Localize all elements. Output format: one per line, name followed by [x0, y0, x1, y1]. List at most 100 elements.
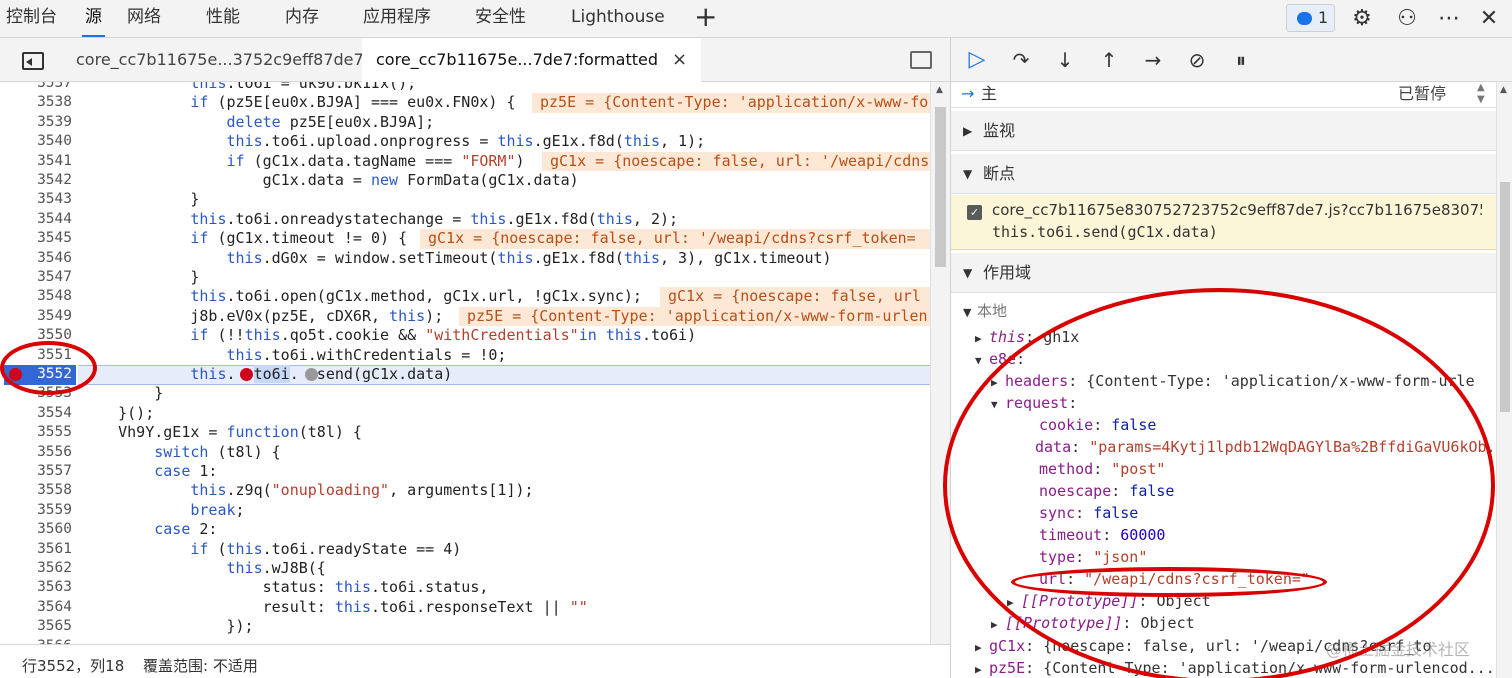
step-into-icon[interactable]: ↓	[1051, 46, 1079, 74]
breakpoint-item[interactable]: ✓ core_cc7b11675e830752723752c9eff87de7.…	[951, 195, 1496, 250]
code-line: this.to6i = uk9U.bk1Ix();	[190, 82, 417, 92]
line-number[interactable]: 3544	[0, 210, 72, 229]
line-number[interactable]: 3538	[0, 93, 72, 112]
resume-icon[interactable]: ▷	[963, 46, 991, 74]
line-number[interactable]: 3548	[0, 287, 72, 306]
line-number[interactable]: 3539	[0, 113, 72, 132]
section-breakpoints[interactable]: ▼ 断点	[951, 154, 1496, 194]
line-number[interactable]: 3555	[0, 423, 72, 442]
debugger-toolbar: ▷ ↷ ↓ ↑ → ⊘ ⏸	[951, 38, 1512, 82]
inline-value-hint: pz5E = {Content-Type: 'application/x-www…	[532, 93, 930, 113]
inline-value-hint: gC1x = {noescape: false, url	[660, 287, 930, 307]
cursor-position: 行3552，列18	[22, 657, 125, 675]
tree-toggle-icon[interactable]: ▶	[991, 614, 1005, 636]
line-number[interactable]: 3549	[0, 307, 72, 326]
line-number[interactable]: 3565	[0, 617, 72, 636]
scroll-thumb[interactable]	[935, 107, 946, 267]
scroll-up-icon[interactable]: ▲	[1500, 85, 1507, 95]
file-tab-formatted-label: core_cc7b11675e...7de7:formatted	[376, 50, 658, 69]
inline-breakpoint-inactive-icon[interactable]	[305, 368, 318, 381]
line-number[interactable]: 3562	[0, 559, 72, 578]
editor-vertical-scrollbar[interactable]: ▲▼	[930, 82, 950, 667]
tree-toggle-icon[interactable]: ▶	[975, 659, 989, 678]
code-line: j8b.eV0x(pz5E, cDX6R, this);	[82, 306, 444, 325]
tab-network[interactable]: 网络	[127, 0, 161, 37]
code-line: }();	[82, 403, 155, 422]
code-line: gC1x.data = new FormData(gC1x.data)	[82, 171, 579, 189]
line-number[interactable]: 3559	[0, 501, 72, 520]
tree-toggle-icon[interactable]: ▶	[975, 637, 989, 659]
tab-application[interactable]: 应用程序	[363, 0, 431, 37]
code-line: this.to6i.upload.onprogress = this.gE1x.…	[226, 132, 706, 151]
file-tab-formatted[interactable]: core_cc7b11675e...7de7:formatted ×	[362, 38, 702, 82]
tab-memory[interactable]: 内存	[285, 0, 319, 37]
scope-local-label[interactable]: ▼ 本地	[963, 300, 1007, 322]
line-number[interactable]: 3557	[0, 462, 72, 481]
line-number[interactable]: 3540	[0, 132, 72, 151]
file-tab-raw[interactable]: core_cc7b11675e...3752c9eff87de7	[76, 38, 364, 82]
close-icon[interactable]: ✕	[1474, 4, 1504, 34]
current-thread-arrow-icon: →	[961, 84, 975, 103]
property-key: pz5E	[989, 659, 1026, 677]
line-number[interactable]: 3560	[0, 520, 72, 539]
code-line: if (gC1x.data.tagName === "FORM")	[226, 151, 525, 170]
issues-count: 1	[1318, 8, 1329, 27]
section-watch[interactable]: ▶ 监视	[951, 111, 1496, 151]
gear-icon[interactable]: ⚙	[1347, 4, 1377, 34]
pause-on-exceptions-icon[interactable]: ⏸	[1227, 46, 1255, 74]
code-line: });	[82, 617, 254, 636]
section-scope[interactable]: ▼ 作用域	[951, 253, 1496, 293]
tab-sources[interactable]: 源	[82, 0, 105, 37]
code-editor[interactable]: 3537 this.to6i = uk9U.bk1Ix(); 3538 if (p…	[0, 82, 950, 667]
line-number[interactable]: 3543	[0, 190, 72, 209]
toggle-navigator-icon[interactable]	[22, 52, 44, 70]
section-breakpoints-label: 断点	[983, 164, 1016, 183]
issues-badge[interactable]: 1	[1286, 4, 1335, 32]
line-number[interactable]: 3561	[0, 540, 72, 559]
inline-value-hint: pz5E = {Content-Type: 'application/x-www…	[459, 306, 930, 327]
scroll-up-icon[interactable]: ▲	[936, 85, 943, 95]
toggle-debugger-icon[interactable]	[910, 51, 932, 69]
code-line: break;	[190, 500, 245, 519]
customize-icon[interactable]: ⚇	[1392, 4, 1422, 34]
step-icon[interactable]: →	[1139, 46, 1167, 74]
step-over-icon[interactable]: ↷	[1007, 46, 1035, 74]
tree-toggle-icon[interactable]: ▶	[975, 328, 989, 350]
add-tab-icon[interactable]: +	[694, 3, 717, 31]
deactivate-breakpoints-icon[interactable]: ⊘	[1183, 46, 1211, 74]
line-number[interactable]: 3537	[0, 82, 72, 93]
close-tab-icon[interactable]: ×	[672, 49, 687, 70]
line-number[interactable]: 3541	[0, 152, 72, 171]
code-line: if (this.to6i.readyState == 4)	[190, 539, 462, 558]
more-icon[interactable]: ⋯	[1434, 4, 1464, 34]
scroll-thumb[interactable]	[1500, 182, 1510, 412]
line-number[interactable]: 3542	[0, 171, 72, 190]
sidebar-scrollbar[interactable]: ▲	[1496, 82, 1512, 678]
line-number[interactable]: 3554	[0, 404, 72, 423]
breakpoint-checkbox[interactable]: ✓	[967, 205, 982, 220]
coverage-status: 覆盖范围: 不适用	[143, 657, 258, 675]
tab-lighthouse[interactable]: Lighthouse	[571, 0, 665, 37]
tab-console[interactable]: 控制台	[6, 0, 57, 37]
code-line: case 1:	[154, 462, 218, 480]
line-number[interactable]: 3546	[0, 249, 72, 268]
tab-performance[interactable]: 性能	[206, 0, 240, 37]
line-number[interactable]: 3558	[0, 481, 72, 500]
editor-panel: core_cc7b11675e...3752c9eff87de7 core_cc…	[0, 38, 951, 678]
code-line: delete pz5E[eu0x.BJ9A];	[226, 112, 435, 131]
step-out-icon[interactable]: ↑	[1095, 46, 1123, 74]
inline-breakpoint-icon[interactable]	[240, 368, 253, 381]
line-number[interactable]: 3556	[0, 443, 72, 462]
code-line: this.to6i.withCredentials = !0;	[226, 345, 507, 364]
line-number[interactable]: 3563	[0, 578, 72, 597]
thread-row[interactable]: → 主 已暂停 ▲ ▼	[951, 82, 1496, 108]
line-number[interactable]: 3545	[0, 229, 72, 248]
property-key: gC1x	[989, 637, 1026, 655]
code-line: case 2:	[154, 520, 218, 539]
code-line: status: this.to6i.status,	[82, 578, 489, 597]
tab-security[interactable]: 安全性	[475, 0, 526, 37]
line-number[interactable]: 3547	[0, 268, 72, 287]
tree-toggle-icon[interactable]: ▼	[975, 350, 989, 372]
line-number[interactable]: 3564	[0, 598, 72, 617]
annotation-ellipse-scope	[943, 288, 1495, 678]
